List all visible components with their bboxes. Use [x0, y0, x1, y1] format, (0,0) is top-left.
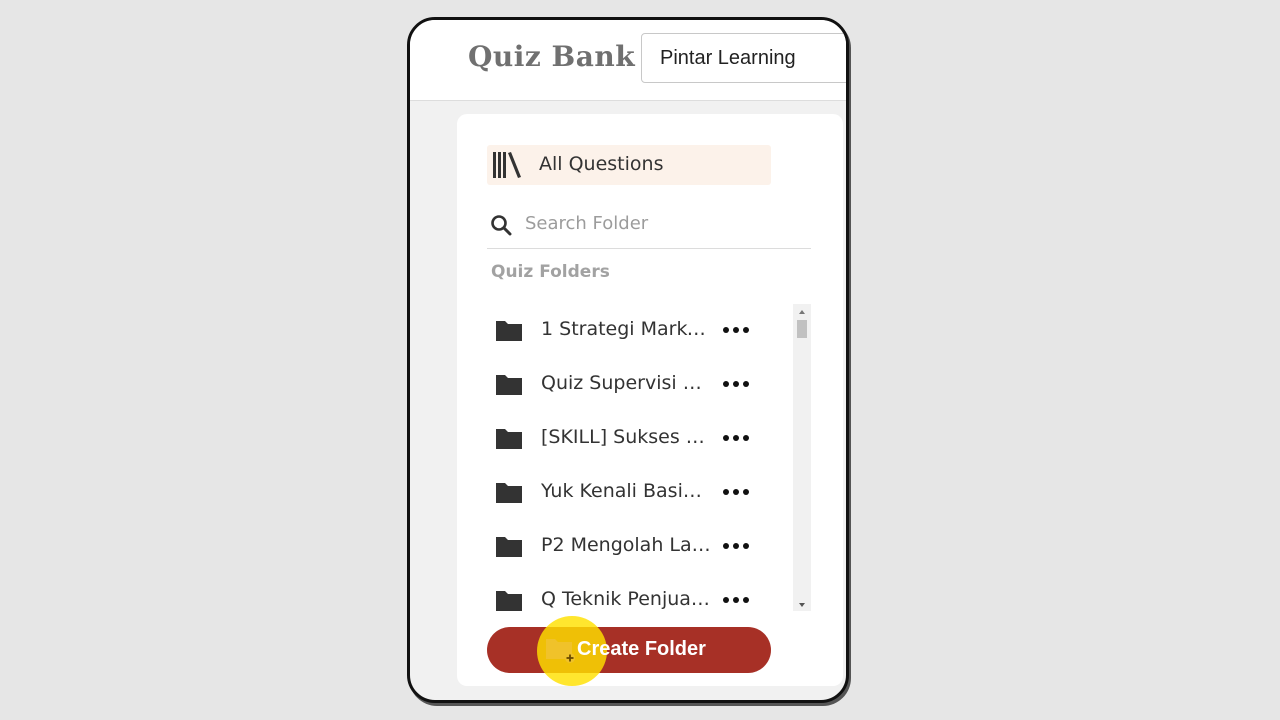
- folder-name: Quiz Supervisi P…: [541, 372, 711, 394]
- folder-name: Q Teknik Penjua…: [541, 588, 710, 610]
- folder-list: 1 Strategi Marke… Quiz Supervisi P… [SKI: [487, 304, 811, 611]
- more-icon[interactable]: [721, 318, 753, 342]
- folder-item[interactable]: [SKILL] Sukses …: [487, 412, 797, 466]
- folder-icon: [495, 588, 523, 611]
- search-input[interactable]: [525, 208, 795, 238]
- folder-name: [SKILL] Sukses …: [541, 426, 705, 448]
- folder-scrollbar[interactable]: [793, 304, 811, 611]
- folder-icon: [495, 318, 523, 346]
- all-questions-label: All Questions: [539, 153, 664, 175]
- create-folder-button[interactable]: Create Folder: [487, 616, 771, 686]
- folder-name: P2 Mengolah La…: [541, 534, 711, 556]
- top-bar: Quiz Bank Pintar Learning: [410, 20, 846, 101]
- create-folder-label: Create Folder: [577, 638, 706, 660]
- more-icon[interactable]: [721, 372, 753, 396]
- folder-panel: All Questions Quiz Folders 1 Strategi Ma…: [457, 114, 843, 686]
- folder-item[interactable]: 1 Strategi Marke…: [487, 304, 797, 358]
- all-questions-item[interactable]: All Questions: [487, 145, 771, 185]
- folder-item[interactable]: Quiz Supervisi P…: [487, 358, 797, 412]
- folder-item[interactable]: Yuk Kenali Basi…: [487, 466, 797, 520]
- page-title: Quiz Bank: [468, 40, 636, 73]
- more-icon[interactable]: [721, 480, 753, 504]
- scroll-up-arrow-icon[interactable]: [793, 304, 811, 318]
- folder-item[interactable]: P2 Mengolah La…: [487, 520, 797, 574]
- organization-select[interactable]: Pintar Learning: [641, 33, 846, 83]
- more-icon[interactable]: [721, 588, 753, 611]
- folder-icon: [495, 426, 523, 454]
- section-title: Quiz Folders: [491, 262, 610, 282]
- folder-icon: [495, 480, 523, 508]
- search-icon: [489, 213, 513, 241]
- more-icon[interactable]: [721, 426, 753, 450]
- scroll-thumb[interactable]: [797, 320, 807, 338]
- scroll-down-arrow-icon[interactable]: [793, 597, 811, 611]
- more-icon[interactable]: [721, 534, 753, 558]
- folder-plus-icon: [545, 636, 577, 668]
- folder-item[interactable]: Q Teknik Penjua…: [487, 574, 797, 611]
- search-folder: [487, 204, 811, 249]
- device-frame: Quiz Bank Pintar Learning All Questions: [407, 17, 849, 703]
- books-icon: [491, 150, 523, 184]
- folder-name: 1 Strategi Marke…: [541, 318, 711, 340]
- folder-icon: [495, 372, 523, 400]
- folder-name: Yuk Kenali Basi…: [541, 480, 702, 502]
- folder-icon: [495, 534, 523, 562]
